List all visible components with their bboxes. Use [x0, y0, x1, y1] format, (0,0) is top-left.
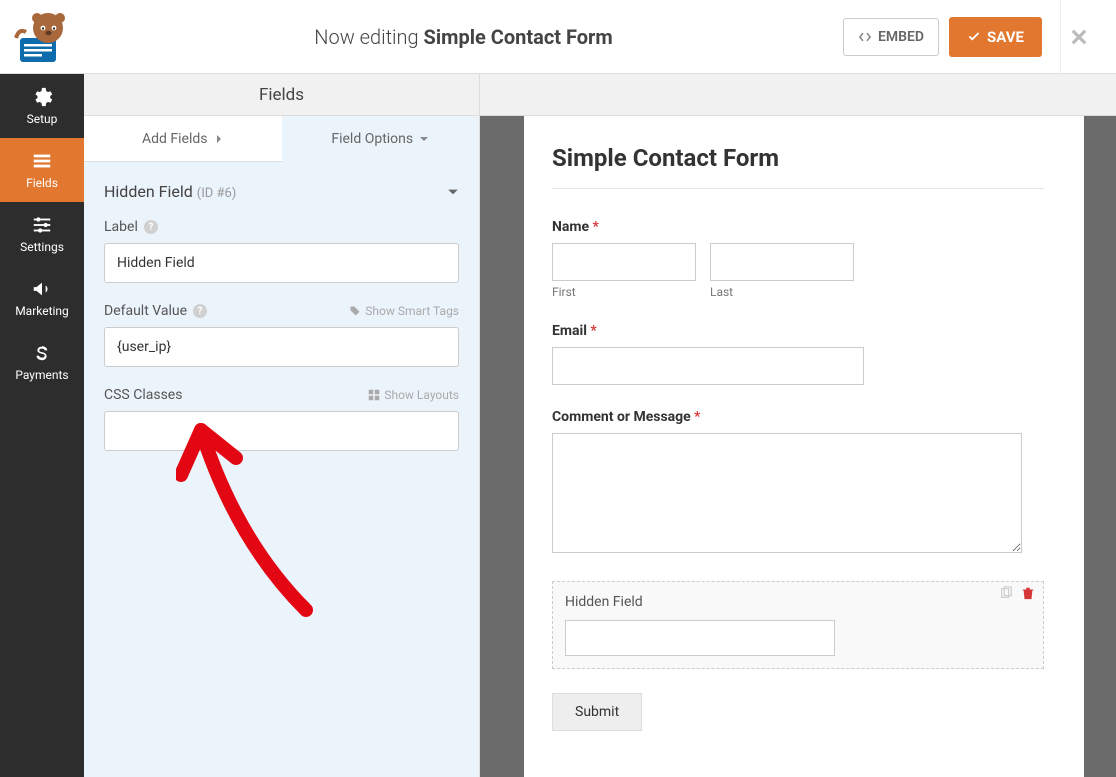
chevron-down-icon [419, 134, 429, 144]
form-preview: Simple Contact Form Name * First Last Em… [524, 116, 1084, 777]
code-icon [858, 30, 872, 44]
sliders-icon [31, 214, 53, 236]
comment-field[interactable]: Comment or Message * [552, 409, 1084, 557]
bullhorn-icon [31, 278, 53, 300]
nav-settings[interactable]: Settings [0, 202, 84, 266]
comment-label: Comment or Message [552, 409, 691, 425]
submit-button[interactable]: Submit [552, 693, 642, 731]
email-label: Email [552, 323, 587, 339]
tab-add-fields[interactable]: Add Fields [84, 116, 282, 162]
tag-icon [349, 305, 361, 317]
nav-label: Fields [26, 176, 58, 190]
hidden-field-label: Hidden Field [565, 594, 1031, 610]
hidden-field-input[interactable] [565, 620, 835, 656]
nav-marketing[interactable]: Marketing [0, 266, 84, 330]
section-name: Hidden Field [104, 182, 193, 201]
comment-textarea[interactable] [552, 433, 1022, 553]
last-name-input[interactable] [710, 243, 854, 281]
hidden-field-block[interactable]: Hidden Field [552, 581, 1044, 669]
field-options-panel: Fields Add Fields Field Options Hidden F… [84, 74, 480, 777]
chevron-right-icon [214, 134, 224, 144]
help-icon[interactable]: ? [144, 220, 158, 234]
close-button[interactable] [1060, 0, 1096, 74]
logo [0, 0, 84, 74]
field-label-text: Default Value [104, 303, 187, 319]
nav-fields[interactable]: Fields [0, 138, 84, 202]
css-classes-input[interactable] [104, 411, 459, 451]
show-smart-tags[interactable]: Show Smart Tags [349, 304, 459, 318]
nav-label: Settings [20, 240, 64, 254]
wpforms-logo-icon [14, 10, 70, 64]
page-title: Now editing Simple Contact Form [84, 25, 843, 49]
default-value-input[interactable] [104, 327, 459, 367]
tab-label: Add Fields [142, 131, 208, 147]
email-field[interactable]: Email * [552, 323, 1084, 385]
css-classes-row: CSS Classes Show Layouts [104, 387, 459, 451]
section-header[interactable]: Hidden Field (ID #6) [104, 162, 459, 219]
panel-header: Fields [84, 74, 479, 116]
name-label: Name [552, 219, 589, 235]
grid-icon [368, 389, 380, 401]
first-sublabel: First [552, 285, 696, 299]
sidebar-nav: Setup Fields Settings Marketing Payments [0, 74, 84, 777]
section-id: (ID #6) [197, 186, 237, 201]
embed-label: EMBED [878, 29, 924, 45]
label-field-row: Label ? [104, 219, 459, 283]
nav-label: Payments [15, 368, 68, 382]
tab-label: Field Options [331, 131, 413, 147]
help-icon[interactable]: ? [193, 304, 207, 318]
required-mark: * [691, 409, 701, 425]
check-icon [967, 30, 981, 44]
nav-label: Marketing [15, 304, 69, 318]
embed-button[interactable]: EMBED [843, 18, 939, 56]
label-input[interactable] [104, 243, 459, 283]
panel-tabs: Add Fields Field Options [84, 116, 479, 162]
default-value-row: Default Value ? Show Smart Tags [104, 303, 459, 367]
last-sublabel: Last [710, 285, 854, 299]
save-label: SAVE [987, 28, 1024, 46]
preview-area: Simple Contact Form Name * First Last Em… [480, 74, 1116, 777]
save-button[interactable]: SAVE [949, 17, 1042, 57]
divider [552, 188, 1044, 189]
field-label-text: CSS Classes [104, 387, 182, 403]
top-bar: Now editing Simple Contact Form EMBED SA… [0, 0, 1116, 74]
dollar-icon [31, 342, 53, 364]
required-mark: * [587, 323, 597, 339]
duplicate-icon[interactable] [999, 586, 1013, 600]
email-input[interactable] [552, 347, 864, 385]
name-field[interactable]: Name * First Last [552, 219, 1084, 299]
show-layouts[interactable]: Show Layouts [368, 388, 459, 402]
preview-header-bg [480, 74, 1116, 116]
nav-label: Setup [27, 112, 58, 126]
nav-payments[interactable]: Payments [0, 330, 84, 394]
list-icon [31, 150, 53, 172]
gear-icon [31, 86, 53, 108]
tab-field-options[interactable]: Field Options [282, 116, 480, 162]
close-icon [1069, 27, 1089, 47]
form-title: Simple Contact Form [552, 144, 1084, 172]
first-name-input[interactable] [552, 243, 696, 281]
nav-setup[interactable]: Setup [0, 74, 84, 138]
trash-icon[interactable] [1021, 586, 1035, 600]
chevron-down-icon [447, 186, 459, 198]
editing-prefix: Now editing [314, 25, 423, 49]
required-mark: * [589, 219, 599, 235]
field-label-text: Label [104, 219, 138, 235]
editing-form-name: Simple Contact Form [424, 25, 613, 49]
